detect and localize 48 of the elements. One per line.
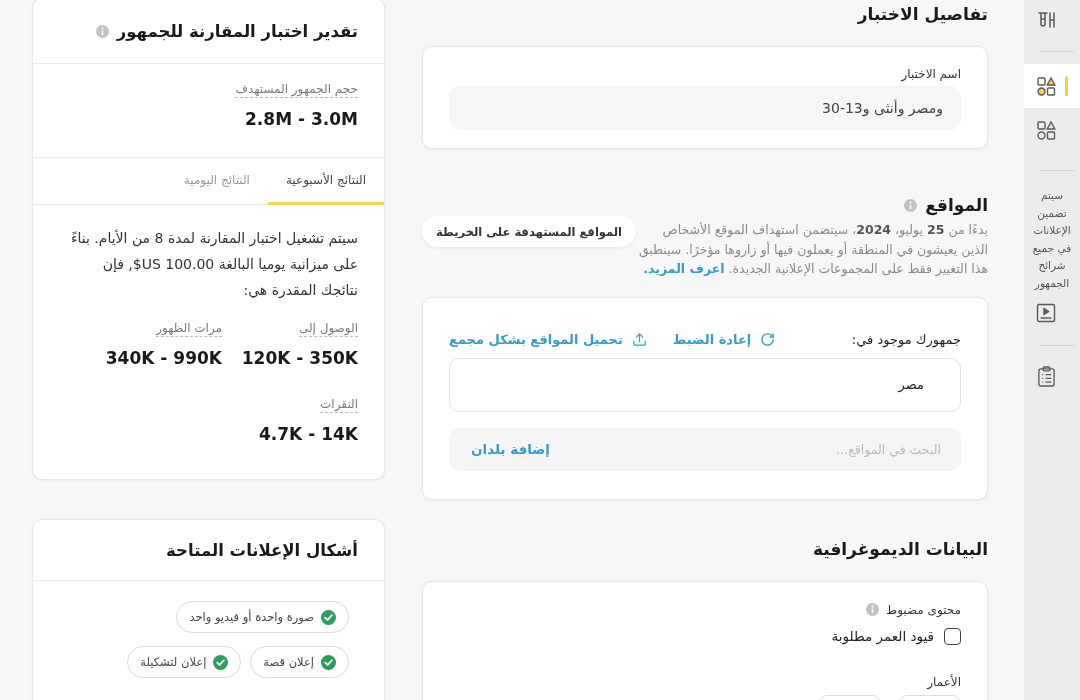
metric-value: 4.7K - 14K: [259, 423, 358, 445]
field-label: اسم الاختبار: [900, 66, 961, 82]
learn-more-link[interactable]: اعرف المزيد.: [643, 261, 725, 276]
info-icon: [904, 198, 918, 212]
card-title: أشكال الإعلانات المتاحة: [166, 540, 358, 560]
chip-label: إعلان لتشكيلة: [140, 655, 207, 669]
field-label: محتوى مضبوط: [886, 601, 961, 618]
search-field[interactable]: البحث في المواقع...: [562, 440, 943, 458]
test-name-field[interactable]: ومصر وأنثى و13-30: [449, 86, 961, 130]
section-title: تفاصيل الاختبار: [856, 3, 988, 26]
section-title: المواقع: [925, 194, 988, 217]
metric-label: مرات الظهور: [156, 321, 222, 337]
field-label: الأعمار: [925, 674, 961, 689]
shapes-icon: [1036, 120, 1056, 140]
location-tag: مصر: [898, 377, 924, 392]
field-label: جمهورك موجود في:: [851, 332, 961, 347]
results-tab[interactable]: النتائج الأسبوعية: [267, 158, 384, 205]
clipboard-list-icon: [1036, 365, 1056, 387]
metric-value: 340K - 990K: [105, 347, 222, 369]
checkbox-label: قيود العمر مطلوبة: [831, 628, 934, 644]
rail-note: سيتم تضمين الإعلانات في جميع شرائح الجمهور: [1031, 188, 1073, 292]
bulk-upload-button[interactable]: تحميل المواقع بشكل مجمع: [449, 332, 647, 347]
chip-label: إعلان قصة: [263, 655, 314, 669]
search-bar[interactable]: البحث في المواقع... إضافة بلدان: [449, 427, 961, 471]
metric-value: 2.8M - 3.0M: [245, 108, 358, 130]
test-tube-icon: [1036, 10, 1056, 30]
metric-label: حجم الجمهور المستهدف: [235, 82, 358, 98]
info-icon: [95, 24, 109, 38]
active-indicator: [1065, 76, 1068, 96]
chip-label: صورة واحدة أو فيديو واحد: [189, 610, 314, 624]
info-icon: [866, 603, 880, 616]
selected-locations-field[interactable]: مصر: [449, 357, 961, 412]
refresh-icon: [760, 332, 776, 347]
metric-value: 120K - 350K: [241, 347, 358, 369]
shapes-icon: [1036, 76, 1056, 96]
video-icon: [1036, 303, 1056, 323]
rail-nav-button[interactable]: [1024, 64, 1080, 108]
estimate-summary: سيتم تشغيل اختبار المقارنة لمدة 8 من الأيام. بناءً على ميزانية يوميا البالغة 100.00 US$, فإن نتائجك المقدرة هي:: [69, 228, 358, 300]
reset-button[interactable]: إعادة الضبط: [672, 332, 776, 347]
upload-icon: [631, 332, 647, 347]
results-tab[interactable]: النتائج اليومية: [165, 158, 268, 205]
checkbox[interactable]: [944, 627, 961, 645]
metric-label: النقرات: [320, 397, 358, 413]
section-title: البيانات الديموغرافية: [811, 537, 988, 561]
metric-label: الوصول إلى: [298, 321, 358, 337]
map-locations-button[interactable]: المواقع المستهدفة على الخريطة: [422, 216, 636, 247]
card-title: تقدير اختبار المقارنة للجمهور: [116, 21, 358, 41]
add-countries-button[interactable]: إضافة بلدان: [471, 441, 550, 457]
